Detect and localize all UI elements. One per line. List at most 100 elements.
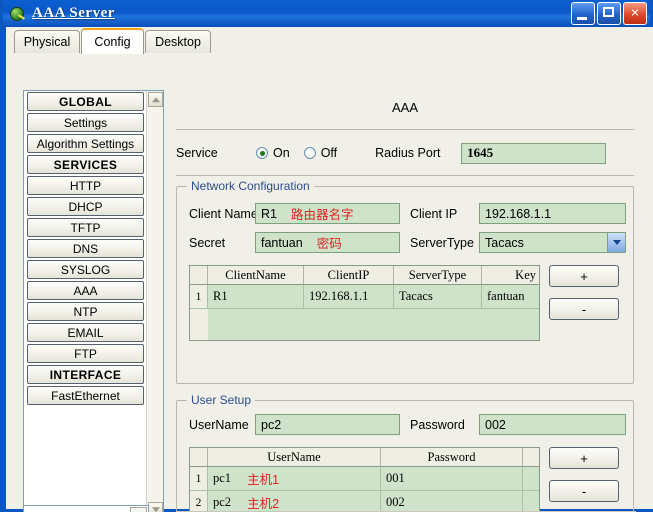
client-ip-input[interactable]: 192.168.1.1	[479, 203, 626, 224]
title-bar: AAA Server ✕	[3, 0, 650, 27]
client-row-servertype: Tacacs	[394, 285, 482, 308]
sidebar-item-http[interactable]: HTTP	[27, 176, 144, 195]
user-row-index: 2	[190, 491, 208, 512]
client-col-servertype: ServerType	[394, 266, 482, 284]
service-off-label: Off	[320, 146, 338, 160]
service-label: Service	[176, 146, 218, 160]
client-name-input[interactable]: R1 路由器名字	[255, 203, 400, 224]
sidebar-item-global[interactable]: GLOBAL	[27, 92, 144, 111]
table-row[interactable]: 1 pc1 主机1 001	[190, 467, 539, 491]
sidebar-item-ntp[interactable]: NTP	[27, 302, 144, 321]
sidebar-item-tftp[interactable]: TFTP	[27, 218, 144, 237]
window-title: AAA Server	[32, 5, 115, 21]
client-name-label: Client Name	[189, 207, 258, 221]
sidebar-item-label: DHCP	[68, 199, 103, 214]
bottom-combo-box[interactable]	[23, 505, 149, 512]
add-client-button[interactable]: +	[549, 265, 619, 287]
sidebar-item-label: INTERFACE	[49, 367, 122, 382]
password-value: 002	[485, 417, 506, 432]
tab-config[interactable]: Config	[81, 28, 144, 54]
user-col-spacer	[523, 448, 539, 466]
server-device-icon	[9, 5, 26, 22]
sidebar-item-settings[interactable]: Settings	[27, 113, 144, 132]
add-user-button[interactable]: +	[549, 447, 619, 469]
sidebar-item-label: AAA	[73, 283, 98, 298]
server-type-select[interactable]: Tacacs	[479, 232, 626, 253]
service-off-radio[interactable]: Off	[303, 146, 338, 160]
scroll-up-icon[interactable]	[148, 92, 163, 107]
user-row-password: 001	[381, 467, 523, 490]
radio-on-icon	[256, 147, 268, 159]
client-row-clientname: R1	[208, 285, 304, 308]
config-content: GLOBAL Settings Algorithm Settings SERVI…	[6, 53, 653, 512]
aaa-server-window: AAA Server ✕ Physical Config Desktop GLO…	[0, 0, 653, 512]
client-name-value: R1	[261, 206, 277, 221]
sidebar-item-syslog[interactable]: SYSLOG	[27, 260, 144, 279]
window-client-area: Physical Config Desktop GLOBAL Settings …	[6, 27, 653, 512]
username-value: pc2	[261, 417, 282, 432]
sidebar-list: GLOBAL Settings Algorithm Settings SERVI…	[25, 92, 146, 407]
user-row-username: pc1 主机1	[208, 467, 381, 490]
sidebar-item-ftp[interactable]: FTP	[27, 344, 144, 363]
user-setup-group: User Setup UserName pc2 Password 002 Use…	[176, 393, 634, 512]
sidebar-item-label: SYSLOG	[60, 262, 111, 277]
sidebar-item-services[interactable]: SERVICES	[27, 155, 144, 174]
client-ip-label: Client IP	[410, 207, 458, 221]
config-sidebar: GLOBAL Settings Algorithm Settings SERVI…	[23, 90, 164, 512]
sidebar-scrollbar[interactable]	[146, 91, 163, 512]
client-empty-index	[190, 309, 208, 340]
user-row-username-value: pc2	[213, 495, 232, 509]
secret-value: fantuan	[261, 235, 303, 250]
client-row-key: fantuan	[487, 289, 525, 303]
divider-bottom	[176, 175, 634, 176]
client-table-empty-row[interactable]	[190, 309, 539, 340]
sidebar-item-label: GLOBAL	[58, 94, 113, 109]
sidebar-item-algorithm-settings[interactable]: Algorithm Settings	[27, 134, 144, 153]
secret-label: Secret	[189, 236, 226, 250]
tab-config-label: Config	[94, 35, 131, 49]
username-input[interactable]: pc2	[255, 414, 400, 435]
tab-bar: Physical Config Desktop	[6, 27, 653, 54]
user-table-header: UserName Password	[190, 448, 539, 467]
close-button[interactable]: ✕	[623, 2, 647, 25]
sidebar-item-label: FastEthernet	[51, 388, 120, 403]
sidebar-item-interface[interactable]: INTERFACE	[27, 365, 144, 384]
tab-physical[interactable]: Physical	[14, 30, 80, 53]
client-name-note: 路由器名字	[290, 208, 354, 222]
secret-input[interactable]: fantuan 密码	[255, 232, 400, 253]
client-row-index: 1	[190, 285, 208, 308]
network-configuration-group: Network Configuration Client Name R1 路由器…	[176, 179, 634, 384]
password-input[interactable]: 002	[479, 414, 626, 435]
sidebar-item-label: Settings	[63, 115, 108, 130]
user-col-index	[190, 448, 208, 466]
sidebar-item-label: EMAIL	[67, 325, 104, 340]
user-row-username-note: 主机1	[247, 473, 280, 487]
sidebar-item-fastethernet[interactable]: FastEthernet	[27, 386, 144, 405]
sidebar-item-email[interactable]: EMAIL	[27, 323, 144, 342]
secret-note: 密码	[316, 237, 342, 251]
radio-off-icon	[303, 147, 316, 159]
chevron-down-icon	[130, 507, 147, 512]
tab-desktop-label: Desktop	[155, 35, 201, 49]
table-row[interactable]: 1 R1 192.168.1.1 Tacacs fantuan	[190, 285, 539, 309]
service-row: Service On Off Radius Port 1645	[176, 138, 634, 168]
scroll-down-icon[interactable]	[148, 502, 163, 512]
remove-client-button[interactable]: -	[549, 298, 619, 320]
sidebar-item-dhcp[interactable]: DHCP	[27, 197, 144, 216]
user-setup-legend: User Setup	[187, 393, 256, 407]
sidebar-item-aaa[interactable]: AAA	[27, 281, 144, 300]
tab-desktop[interactable]: Desktop	[145, 30, 211, 53]
window-controls: ✕	[571, 2, 647, 25]
minimize-button[interactable]	[571, 2, 595, 25]
sidebar-item-label: FTP	[74, 346, 97, 361]
remove-user-button[interactable]: -	[549, 480, 619, 502]
network-configuration-legend: Network Configuration	[187, 179, 314, 193]
service-on-radio[interactable]: On	[256, 146, 290, 160]
maximize-button[interactable]	[597, 2, 621, 25]
sidebar-item-label: Algorithm Settings	[36, 136, 135, 151]
sidebar-item-dns[interactable]: DNS	[27, 239, 144, 258]
sidebar-item-label: TFTP	[70, 220, 101, 235]
client-col-clientname: ClientName	[208, 266, 304, 284]
table-row[interactable]: 2 pc2 主机2 002	[190, 491, 539, 512]
radius-port-input[interactable]: 1645	[461, 142, 607, 164]
